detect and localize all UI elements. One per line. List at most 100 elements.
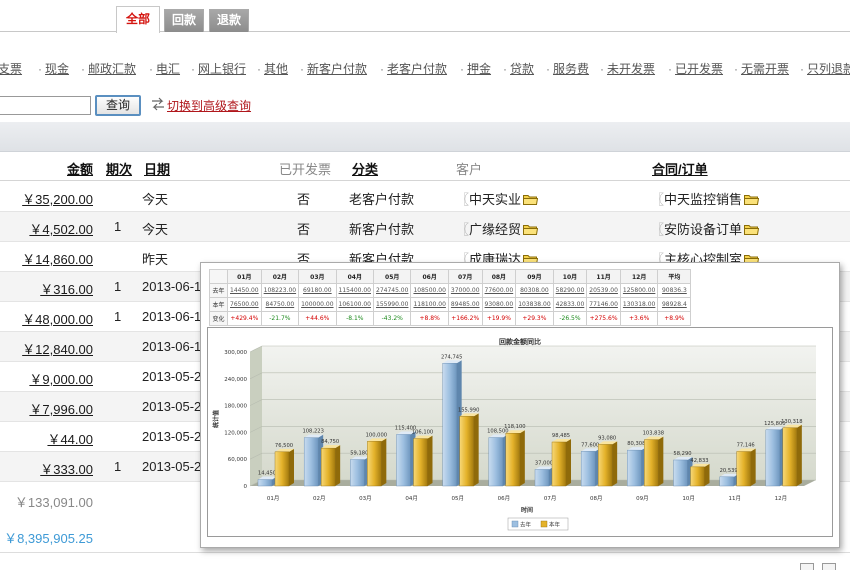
stats-cell[interactable]: 37000.00 xyxy=(447,283,483,298)
filter-postal[interactable]: · 邮政汇款 xyxy=(81,60,136,77)
bar-this-year[interactable] xyxy=(551,441,567,487)
filter-new-customer[interactable]: · 新客户付款 xyxy=(300,60,367,77)
tab-all[interactable]: 全部 xyxy=(116,6,160,33)
customer-tag[interactable]: 〖广缘经贸 xyxy=(456,219,539,238)
bar-this-year[interactable] xyxy=(459,416,474,487)
bar-last-year[interactable] xyxy=(719,476,734,487)
folder-icon[interactable] xyxy=(523,194,539,205)
stats-cell[interactable]: 14450.00 xyxy=(227,283,262,298)
filter-wire[interactable]: · 电汇 xyxy=(149,60,180,77)
date-value: 2013-06-1 xyxy=(142,339,202,354)
advanced-search-link[interactable]: 切换到高级查询 xyxy=(150,97,251,114)
header-amount[interactable]: 金额 xyxy=(67,159,93,178)
header-category[interactable]: 分类 xyxy=(352,159,378,178)
stats-cell[interactable]: 103838.00 xyxy=(515,297,554,312)
amount-link[interactable]: ￥316.00 xyxy=(40,279,93,298)
stats-cell[interactable]: 115400.00 xyxy=(335,283,375,298)
stats-cell[interactable]: 76500.00 xyxy=(227,297,262,312)
tab-refund[interactable]: 退款 xyxy=(209,9,249,32)
bar-this-year[interactable] xyxy=(413,438,428,487)
filter-loan[interactable]: · 贷款 xyxy=(503,60,534,77)
bar-last-year[interactable] xyxy=(765,429,781,487)
bar-last-year[interactable] xyxy=(534,469,550,487)
folder-icon[interactable] xyxy=(744,194,760,205)
filter-cash[interactable]: · 现金 xyxy=(38,60,69,77)
bar-last-year[interactable] xyxy=(488,437,504,487)
stats-cell[interactable]: 118100.00 xyxy=(410,297,449,312)
filter-cheque[interactable]: 支票 xyxy=(0,60,22,77)
bar-this-year[interactable] xyxy=(644,439,659,487)
tab-payment[interactable]: 回款 xyxy=(164,9,204,32)
contract-tag[interactable]: 〖中天监控销售 xyxy=(651,189,760,208)
category-value: 老客户付款 xyxy=(349,192,415,207)
stats-cell[interactable]: 100000.00 xyxy=(298,297,337,312)
header-date[interactable]: 日期 xyxy=(144,159,170,178)
pager-prev-button[interactable] xyxy=(800,563,814,570)
stats-cell[interactable]: 89485.00 xyxy=(447,297,483,312)
filter-invoiced[interactable]: · 已开发票 xyxy=(668,60,723,77)
stats-cell[interactable]: 42833.00 xyxy=(552,297,588,312)
filter-not-invoiced[interactable]: · 未开发票 xyxy=(600,60,655,77)
bar-last-year[interactable] xyxy=(350,459,365,487)
filter-online-bank[interactable]: · 网上银行 xyxy=(191,60,246,77)
pager-next-button[interactable] xyxy=(822,563,836,570)
stats-cell[interactable]: 274745.00 xyxy=(372,283,412,298)
stats-cell[interactable]: 90836.3 xyxy=(657,283,692,298)
folder-icon[interactable] xyxy=(744,224,760,235)
stats-cell[interactable]: 84750.00 xyxy=(260,297,300,312)
bar-this-year[interactable] xyxy=(782,427,798,487)
stats-cell[interactable]: 155990.00 xyxy=(372,297,412,312)
bar-this-year[interactable] xyxy=(367,441,382,487)
bar-this-year[interactable] xyxy=(736,451,751,487)
filter-old-customer[interactable]: · 老客户付款 xyxy=(380,60,447,77)
filter-refund-only[interactable]: · 只列退款 xyxy=(800,60,850,77)
bar-this-year[interactable] xyxy=(320,447,336,487)
amount-link[interactable]: ￥4,502.00 xyxy=(29,219,93,238)
filter-deposit[interactable]: · 押金 xyxy=(460,60,491,77)
amount-link[interactable]: ￥44.00 xyxy=(47,429,93,448)
grand-total: ￥8,395,905.25 xyxy=(4,531,93,546)
amount-link[interactable]: ￥7,996.00 xyxy=(29,399,93,418)
contract-tag[interactable]: 〖安防设备订单 xyxy=(651,219,760,238)
stats-cell[interactable]: 58290.00 xyxy=(552,283,588,298)
bar-last-year[interactable] xyxy=(627,449,642,487)
stats-cell[interactable]: 77146.00 xyxy=(586,297,621,312)
bar-this-year[interactable] xyxy=(597,444,613,487)
stats-cell[interactable]: 98928.4 xyxy=(657,297,692,312)
folder-icon[interactable] xyxy=(523,224,539,235)
amount-link[interactable]: ￥35,200.00 xyxy=(22,189,93,208)
customer-tag[interactable]: 〖中天实业 xyxy=(456,189,539,208)
stats-cell[interactable]: 108223.00 xyxy=(260,283,300,298)
stats-cell[interactable]: 125800.00 xyxy=(619,283,659,298)
amount-link[interactable]: ￥48,000.00 xyxy=(22,309,93,328)
amount-link[interactable]: ￥333.00 xyxy=(40,459,93,478)
stats-cell[interactable]: 80308.00 xyxy=(515,283,554,298)
stats-cell[interactable]: 130318.00 xyxy=(619,297,659,312)
header-period[interactable]: 期次 xyxy=(106,159,132,178)
bar-last-year[interactable] xyxy=(580,451,596,487)
bar-this-year[interactable] xyxy=(690,466,705,487)
search-button[interactable]: 查询 xyxy=(95,95,141,116)
bar-this-year[interactable] xyxy=(505,433,521,487)
amount-link[interactable]: ￥12,840.00 xyxy=(22,339,93,358)
filter-other[interactable]: · 其他 xyxy=(257,60,288,77)
stats-cell[interactable]: 20539.00 xyxy=(586,283,621,298)
bar-last-year[interactable] xyxy=(257,479,273,487)
stats-cell[interactable]: 69180.00 xyxy=(298,283,337,298)
bar-last-year[interactable] xyxy=(396,434,411,487)
amount-link[interactable]: ￥14,860.00 xyxy=(22,249,93,268)
search-input[interactable] xyxy=(0,96,91,115)
bar-last-year[interactable] xyxy=(442,363,457,487)
bar-this-year[interactable] xyxy=(274,451,290,487)
filter-service-fee[interactable]: · 服务费 xyxy=(546,60,589,77)
stats-cell[interactable]: 93080.00 xyxy=(481,297,517,312)
header-contract[interactable]: 合同/订单 xyxy=(652,159,708,178)
stats-cell[interactable]: 77600.00 xyxy=(481,283,517,298)
bar-last-year[interactable] xyxy=(673,459,688,487)
filter-no-invoice-needed[interactable]: · 无需开票 xyxy=(734,60,789,77)
stats-cell[interactable]: 106100.00 xyxy=(335,297,375,312)
bar-last-year[interactable] xyxy=(303,437,319,487)
stats-cell[interactable]: 108500.00 xyxy=(410,283,449,298)
x-tick-label: 06月 xyxy=(498,495,511,502)
amount-link[interactable]: ￥9,000.00 xyxy=(29,369,93,388)
